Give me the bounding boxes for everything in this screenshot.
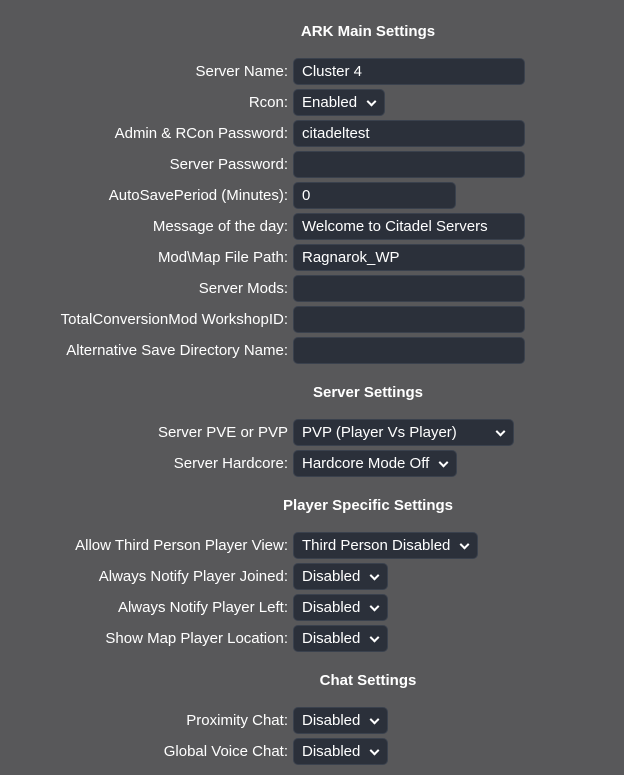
field-control: PVP (Player Vs Player) <box>293 419 514 446</box>
field-control <box>293 120 525 147</box>
field-control <box>293 337 525 364</box>
form-row: Show Map Player Location: Disabled <box>0 623 624 654</box>
server-mods-input[interactable] <box>293 275 525 302</box>
field-control <box>293 182 456 209</box>
global-voice-chat-label: Global Voice Chat: <box>163 743 288 760</box>
field-control: Disabled <box>293 625 388 652</box>
field-control: Disabled <box>293 738 388 765</box>
field-control: Third Person Disabled <box>293 532 478 559</box>
proximity-chat-label: Proximity Chat: <box>186 712 288 729</box>
global-voice-chat-select[interactable]: Disabled <box>293 738 388 765</box>
server-pve-or-pvp-select[interactable]: PVP (Player Vs Player) <box>293 419 514 446</box>
form-row: Server Mods: <box>0 273 624 304</box>
show-map-player-location-select[interactable]: Disabled <box>293 625 388 652</box>
mod-map-file-path-input[interactable] <box>293 244 525 271</box>
form-row: Rcon: Enabled <box>0 87 624 118</box>
always-notify-player-left-label: Always Notify Player Left: <box>117 599 288 616</box>
server-mods-label: Server Mods: <box>198 280 288 297</box>
server-name-input[interactable] <box>293 58 525 85</box>
form-row: Admin & RCon Password: <box>0 118 624 149</box>
form-row: Proximity Chat: Disabled <box>0 705 624 736</box>
server-settings-form: ARK Main Settings Server Name: Rcon: Enable… <box>0 22 624 767</box>
select-wrapper: Disabled <box>293 707 388 734</box>
select-wrapper: Disabled <box>293 738 388 765</box>
form-row: Mod\Map File Path: <box>0 242 624 273</box>
field-control: Disabled <box>293 594 388 621</box>
server-name-label: Server Name: <box>195 63 288 80</box>
alternative-save-directory-name-input[interactable] <box>293 337 525 364</box>
section-title-chat-settings: Chat Settings <box>319 672 417 689</box>
select-wrapper: Third Person Disabled <box>293 532 478 559</box>
select-wrapper: Hardcore Mode Off <box>293 450 457 477</box>
mod-map-file-path-label: Mod\Map File Path: <box>157 249 288 266</box>
field-control: Enabled <box>293 89 385 116</box>
message-of-the-day-input[interactable] <box>293 213 525 240</box>
totalconversionmod-workshopid-label: TotalConversionMod WorkshopID: <box>60 311 288 328</box>
form-row: Server Name: <box>0 56 624 87</box>
server-hardcore-label: Server Hardcore: <box>173 455 288 472</box>
form-row: Always Notify Player Left: Disabled <box>0 592 624 623</box>
field-control <box>293 213 525 240</box>
select-wrapper: PVP (Player Vs Player) <box>293 419 514 446</box>
field-control <box>293 151 525 178</box>
allow-third-person-player-view-label: Allow Third Person Player View: <box>75 537 288 554</box>
form-row: Server PVE or PVP PVP (Player Vs Player) <box>0 417 624 448</box>
field-control: Hardcore Mode Off <box>293 450 457 477</box>
totalconversionmod-workshopid-input[interactable] <box>293 306 525 333</box>
form-row: Global Voice Chat: Disabled <box>0 736 624 767</box>
select-wrapper: Enabled <box>293 89 385 116</box>
select-wrapper: Disabled <box>293 625 388 652</box>
proximity-chat-select[interactable]: Disabled <box>293 707 388 734</box>
allow-third-person-player-view-select[interactable]: Third Person Disabled <box>293 532 478 559</box>
field-control <box>293 244 525 271</box>
field-control <box>293 275 525 302</box>
message-of-the-day-label: Message of the day: <box>152 218 288 235</box>
rcon-select[interactable]: Enabled <box>293 89 385 116</box>
section-title-server-settings: Server Settings <box>312 384 424 401</box>
server-password-label: Server Password: <box>169 156 288 173</box>
show-map-player-location-label: Show Map Player Location: <box>105 630 288 647</box>
field-control <box>293 306 525 333</box>
form-row: Server Hardcore: Hardcore Mode Off <box>0 448 624 479</box>
field-control: Disabled <box>293 707 388 734</box>
always-notify-player-joined-select[interactable]: Disabled <box>293 563 388 590</box>
always-notify-player-left-select[interactable]: Disabled <box>293 594 388 621</box>
form-row: Always Notify Player Joined: Disabled <box>0 561 624 592</box>
form-row: AutoSavePeriod (Minutes): <box>0 180 624 211</box>
form-row: Allow Third Person Player View: Third Per… <box>0 530 624 561</box>
server-hardcore-select[interactable]: Hardcore Mode Off <box>293 450 457 477</box>
admin-rcon-password-label: Admin & RCon Password: <box>114 125 288 142</box>
form-row: Server Password: <box>0 149 624 180</box>
server-password-input[interactable] <box>293 151 525 178</box>
alternative-save-directory-name-label: Alternative Save Directory Name: <box>66 342 288 359</box>
autosaveperiod-minutes-input[interactable] <box>293 182 456 209</box>
form-row: Alternative Save Directory Name: <box>0 335 624 366</box>
section-title-player-specific-settings: Player Specific Settings <box>282 497 454 514</box>
form-row: Message of the day: <box>0 211 624 242</box>
field-control: Disabled <box>293 563 388 590</box>
admin-rcon-password-input[interactable] <box>293 120 525 147</box>
select-wrapper: Disabled <box>293 563 388 590</box>
autosaveperiod-minutes-label: AutoSavePeriod (Minutes): <box>108 187 288 204</box>
field-control <box>293 58 525 85</box>
rcon-label: Rcon: <box>248 94 288 111</box>
always-notify-player-joined-label: Always Notify Player Joined: <box>98 568 288 585</box>
form-row: TotalConversionMod WorkshopID: <box>0 304 624 335</box>
server-pve-or-pvp-label: Server PVE or PVP <box>157 424 288 441</box>
select-wrapper: Disabled <box>293 594 388 621</box>
section-title-ark-main-settings: ARK Main Settings <box>300 23 436 40</box>
